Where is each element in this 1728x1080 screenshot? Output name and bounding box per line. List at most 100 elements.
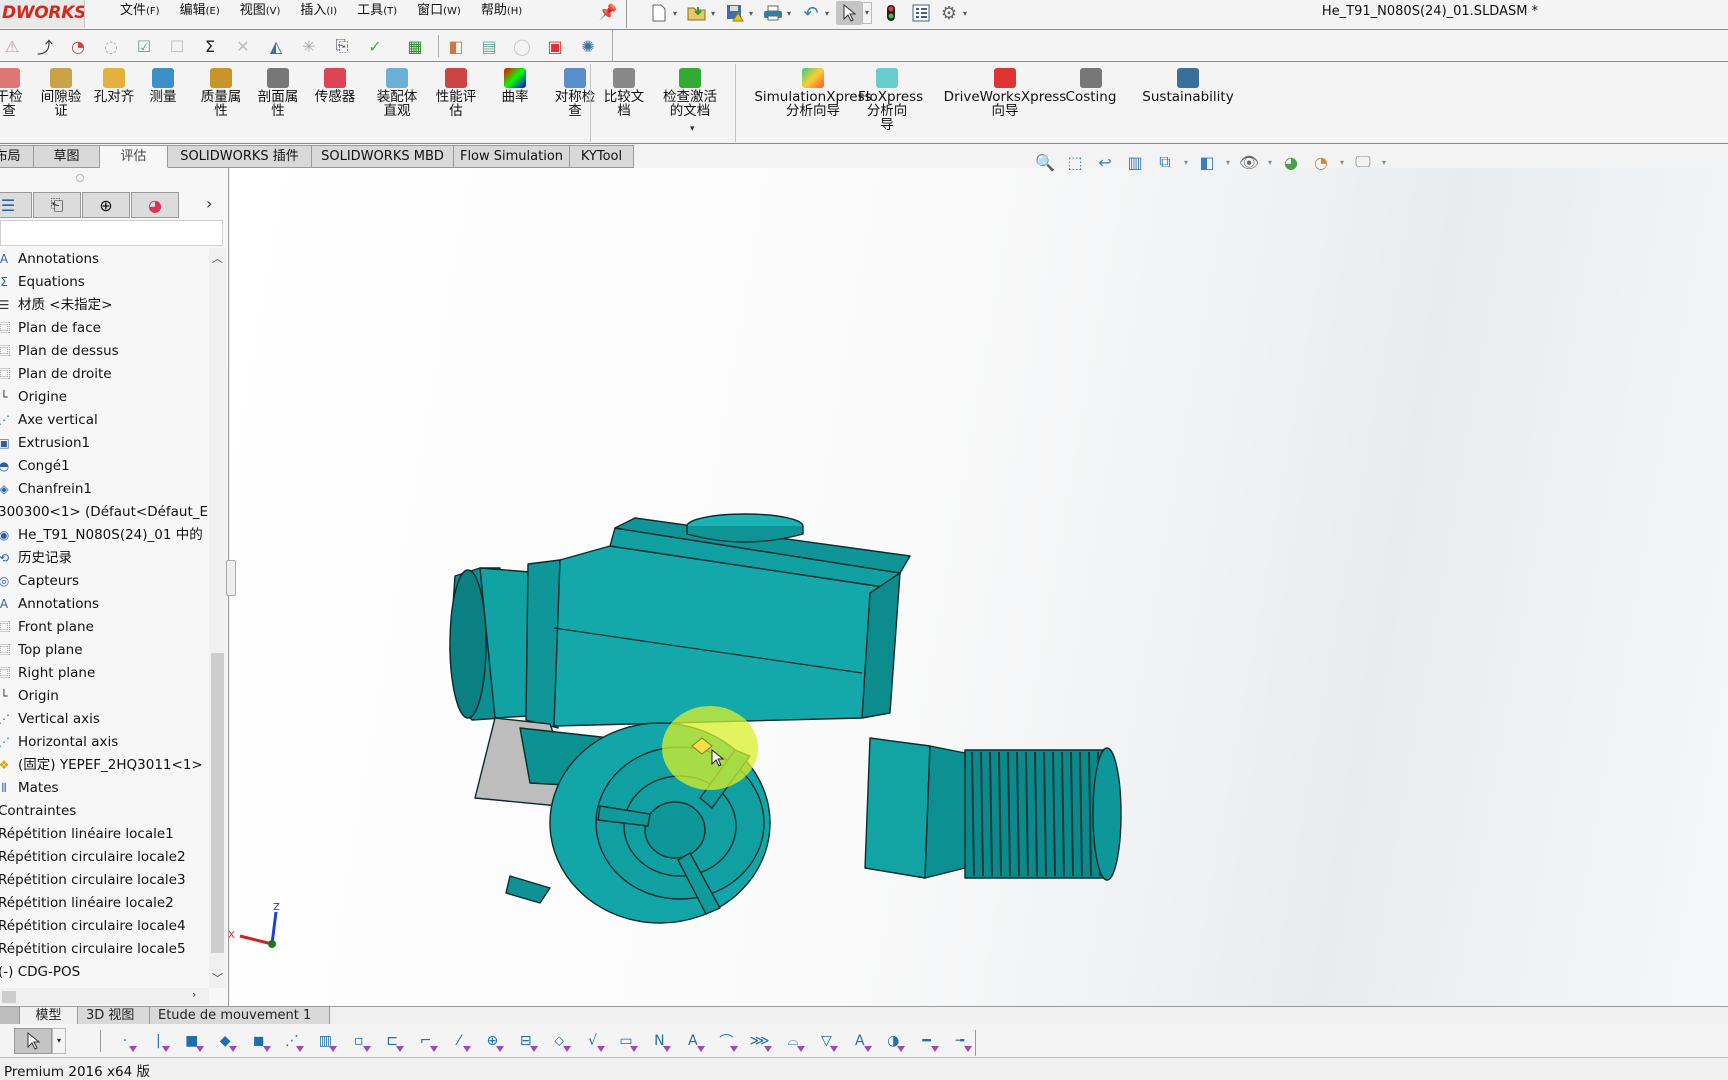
filter-dowel-pins-icon[interactable]: A (847, 1030, 873, 1052)
scroll-right-icon[interactable]: › (192, 988, 196, 1001)
filter-planes-icon[interactable]: ▥ (312, 1030, 338, 1052)
tree-node[interactable]: Répétition linéaire locale1 (0, 823, 208, 846)
tree-node[interactable]: ◉ He_T91_N080S(24)_01 中的 (0, 524, 208, 547)
filter-center-of-mass-icon[interactable]: ◑ (880, 1030, 906, 1052)
panel-grip-icon[interactable] (76, 174, 84, 182)
filter-notes-icon[interactable]: ▭ (613, 1030, 639, 1052)
check-circle-icon[interactable]: ◯ (510, 34, 534, 58)
section-view-icon[interactable]: ▥ (1120, 151, 1150, 173)
driveworks-icon[interactable]: ▣ (543, 34, 567, 58)
tree-node[interactable]: ◓ Congé1 (0, 455, 208, 478)
tree-node[interactable]: Répétition circulaire locale4 (0, 915, 208, 938)
simulationxpress-icon[interactable]: ◧ (444, 34, 468, 58)
display-style-dropdown[interactable]: ▾ (1222, 151, 1234, 173)
h-scroll-thumb[interactable] (2, 991, 16, 1003)
tree-node[interactable]: A Annotations (0, 593, 208, 616)
select-icon[interactable] (836, 1, 862, 25)
apply-scene-icon[interactable]: ◔ (1306, 151, 1336, 173)
tree-node[interactable]: A Annotations (0, 248, 208, 271)
tree-node[interactable]: Contraintes (0, 800, 208, 823)
view-settings-monitor-icon[interactable]: 🖵 (1348, 151, 1378, 173)
symmetry-icon[interactable]: ◭ (264, 34, 288, 58)
select-dropdown[interactable]: ▾ (862, 2, 872, 24)
tree-node[interactable]: ▣ Extrusion1 (0, 432, 208, 455)
featuremanager-icon[interactable]: ☰ (0, 192, 32, 218)
menu-6[interactable]: 帮助(H) (471, 0, 532, 28)
select-button[interactable] (14, 1028, 52, 1054)
options-dropdown[interactable]: ▾ (960, 9, 970, 18)
tab-scroll-icon[interactable] (0, 1007, 20, 1025)
tree-horizontal-scrollbar[interactable]: › (0, 988, 209, 1005)
cmd-compare-documents[interactable]: 比较文 档 (600, 68, 648, 118)
sustainability-icon[interactable]: ✺ (576, 34, 600, 58)
tab-5[interactable]: Flow Simulation (454, 145, 570, 168)
save-icon[interactable] (724, 3, 746, 23)
cmd-costing[interactable]: Costing (1061, 68, 1121, 104)
filter-geometric-tolerance-icon[interactable]: √ (580, 1030, 606, 1052)
interference-check-icon[interactable]: ☑ (132, 34, 156, 58)
undo-icon[interactable]: ↶ (800, 3, 822, 24)
menu-4[interactable]: 工具(T) (347, 0, 407, 28)
filter-midpoints-icon[interactable]: ⌐ (413, 1030, 439, 1052)
tree-node[interactable]: ⋰ Vertical axis (0, 708, 208, 731)
design-checker-icon[interactable]: ⚠ (0, 34, 24, 58)
tab-6[interactable]: KYTool (570, 145, 634, 168)
tree-node[interactable]: ⿴ Top plane (0, 639, 208, 662)
zoom-to-area-icon[interactable]: ⬚ (1060, 151, 1090, 173)
scroll-up-icon[interactable]: ︿ (212, 250, 223, 266)
zoom-to-fit-icon[interactable]: 🔍 (1030, 151, 1060, 173)
filter-datum-targets-icon[interactable]: ⌒ (713, 1030, 739, 1052)
filter-sketch-segments-icon[interactable]: ⊏ (379, 1030, 405, 1052)
tree-node[interactable]: ⿴ Plan de droite (0, 363, 208, 386)
tree-node[interactable]: ⋰ Horizontal axis (0, 731, 208, 754)
filter-sketch-points-icon[interactable]: ▫ (346, 1030, 372, 1052)
tree-node[interactable]: ◈ Chanfrein1 (0, 478, 208, 501)
filter-axes-icon[interactable]: ⋰ (279, 1030, 305, 1052)
view-orientation-dropdown[interactable]: ▾ (1180, 151, 1192, 173)
cmd-interference[interactable]: 干检 查 (0, 68, 26, 118)
tab-0[interactable]: 布局 (0, 145, 34, 168)
tree-node[interactable]: Σ Equations (0, 271, 208, 294)
print-icon[interactable] (762, 3, 784, 23)
tree-node[interactable]: └ Origine (0, 386, 208, 409)
menu-5[interactable]: 窗口(W) (407, 0, 471, 28)
check-icon[interactable]: ⤴ (33, 34, 57, 58)
scroll-thumb[interactable] (211, 653, 224, 953)
tree-node[interactable]: ⟲ 历史记录 (0, 547, 208, 570)
tab-4[interactable]: SOLIDWORKS MBD (312, 145, 454, 168)
tree-filter-input[interactable] (0, 220, 223, 246)
save-dropdown[interactable]: ▾ (746, 9, 756, 18)
tree-node[interactable]: 300300<1> (Défaut<Défaut_E (0, 501, 208, 524)
floxpress-icon[interactable]: ▤ (477, 34, 501, 58)
scroll-down-icon[interactable]: ﹀ (212, 970, 223, 986)
cmd-mass-properties[interactable]: 质量属 性 (196, 68, 246, 118)
bottom-tab-1[interactable]: 3D 视图 (78, 1007, 150, 1025)
view-orientation-icon[interactable]: ⧉ (1150, 151, 1180, 173)
cmd-check-active-document[interactable]: 检查激活 的文档 (655, 68, 725, 118)
file-properties-icon[interactable] (910, 3, 932, 23)
tree-node[interactable]: ⿴ Front plane (0, 616, 208, 639)
menu-0[interactable]: 文件(F) (110, 0, 170, 28)
rebuild-traffic-light-icon[interactable] (880, 3, 902, 23)
tree-node[interactable]: ⫴ Mates (0, 777, 208, 800)
cmd-symmetry-check[interactable]: 对称检 查 (550, 68, 600, 118)
open-dropdown[interactable]: ▾ (708, 9, 718, 18)
cmd-clearance-verification[interactable]: 间隙验 证 (34, 68, 88, 118)
filter-solid-bodies-icon[interactable]: ◼ (246, 1030, 272, 1052)
tree-node[interactable]: ❖ (固定) YEPEF_2HQ3011<1> (0, 754, 208, 777)
tree-node[interactable]: ⿴ Plan de dessus (0, 340, 208, 363)
tree-node[interactable]: Répétition circulaire locale5 (0, 938, 208, 961)
display-style-icon[interactable]: ◧ (1192, 151, 1222, 173)
tree-node[interactable]: Répétition circulaire locale2 (0, 846, 208, 869)
check-active-doc-icon[interactable]: ✓ (363, 34, 387, 58)
pin-menu-icon[interactable]: 📌 (598, 3, 618, 23)
tab-2[interactable]: 评估 (100, 145, 168, 168)
hide-show-dropdown[interactable]: ▾ (1264, 151, 1276, 173)
options-gear-icon[interactable]: ⚙ (938, 3, 960, 24)
filter-dimensions-icon[interactable]: ⊟ (513, 1030, 539, 1052)
bottom-tab-0[interactable]: 模型 (20, 1007, 78, 1025)
tab-3[interactable]: SOLIDWORKS 插件 (168, 145, 312, 168)
cmd-floxpress[interactable]: FloXpress 分析向 导 (858, 68, 923, 132)
menu-1[interactable]: 编辑(E) (170, 0, 230, 28)
clearance-icon[interactable]: ✕ (231, 34, 255, 58)
